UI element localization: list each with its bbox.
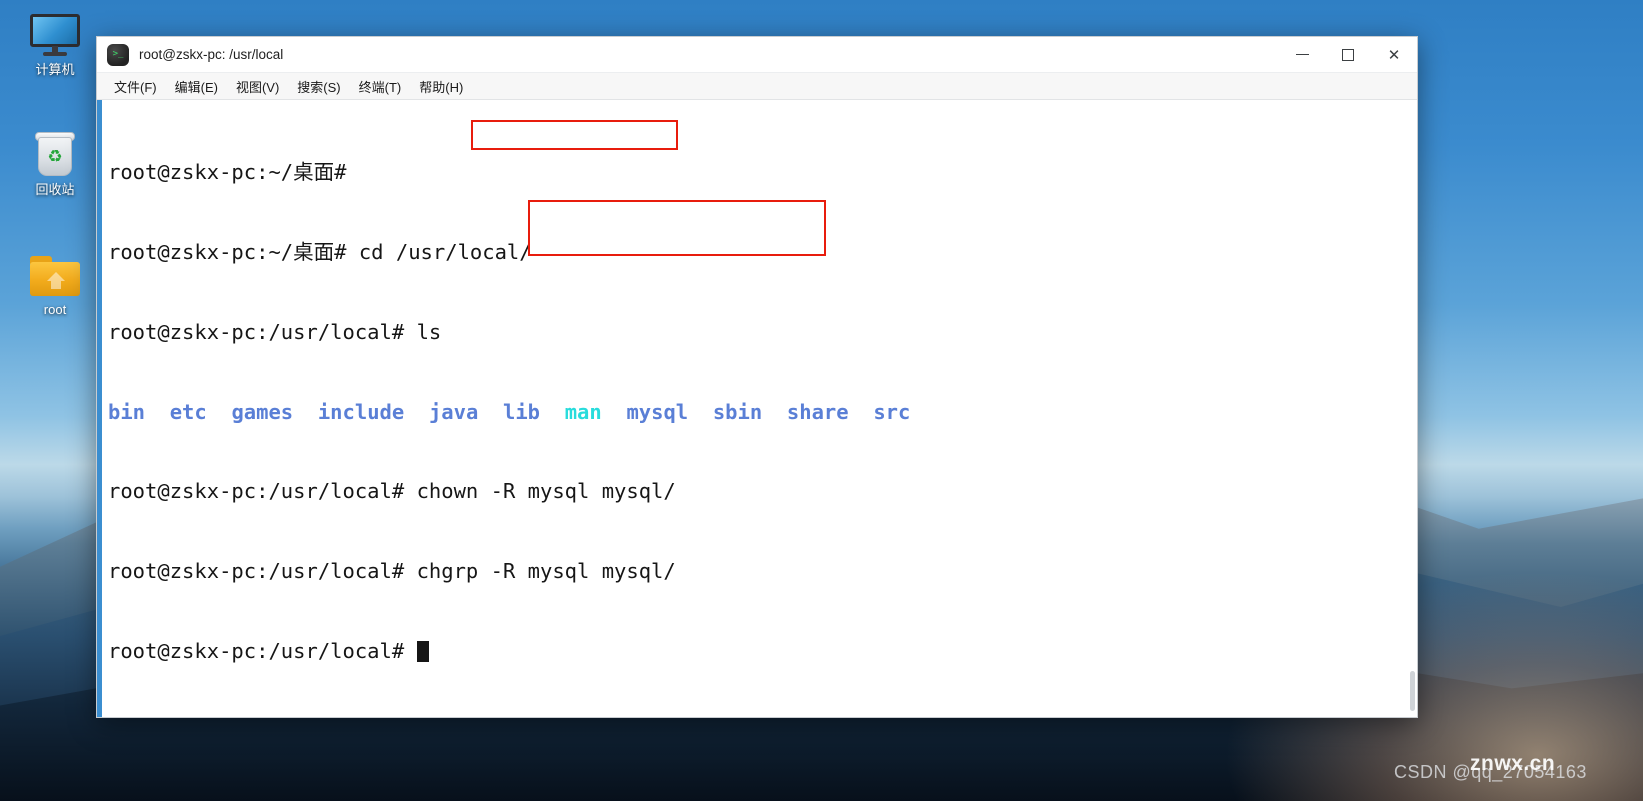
terminal-scrollbar[interactable] [1404,100,1417,717]
window-title: root@zskx-pc: /usr/local [139,47,284,62]
desktop-icon-root-folder[interactable]: root [18,256,92,318]
menu-item-view[interactable]: 视图(V) [227,74,288,99]
ls-entry-sbin: sbin [712,399,763,424]
ls-entry-mysql: mysql [626,399,689,424]
scrollbar-thumb[interactable] [1410,671,1415,711]
shell-prompt: root@zskx-pc:~/桌面# [108,160,359,185]
close-button[interactable]: ✕ [1371,37,1417,72]
shell-prompt: root@zskx-pc:~/桌面# [108,239,359,264]
command-text: ls [416,319,442,344]
ls-entry-bin: bin [108,399,146,424]
ls-entry-src: src [873,399,911,424]
menu-item-terminal[interactable]: 终端(T) [350,74,411,99]
menu-item-help[interactable]: 帮助(H) [410,74,472,99]
text-cursor [416,640,429,662]
terminal-output-area[interactable]: root@zskx-pc:~/桌面# root@zskx-pc:~/桌面# cd… [97,100,1417,717]
window-controls: ✕ [1279,37,1417,72]
maximize-button[interactable] [1325,37,1371,72]
minimize-icon [1295,53,1309,56]
menu-bar: 文件(F) 编辑(E) 视图(V) 搜索(S) 终端(T) 帮助(H) [97,73,1417,100]
terminal-line: root@zskx-pc:/usr/local# [108,638,1417,665]
desktop-icon-label: root [43,302,67,317]
terminal-line: root@zskx-pc:/usr/local# chown -R mysql … [108,478,1417,505]
terminal-icon: >_ [107,43,129,66]
watermark-site: znwx.cn [1470,752,1556,775]
maximize-icon [1342,48,1354,61]
desktop-icon-computer[interactable]: 计算机 [18,14,92,78]
ls-entry-etc: etc [169,399,207,424]
menu-item-search[interactable]: 搜索(S) [288,74,349,99]
menu-item-file[interactable]: 文件(F) [105,74,166,99]
desktop-icon-label: 回收站 [35,182,75,197]
recycle-bin-icon: ♻ [34,130,76,176]
command-text: chown -R mysql mysql/ [416,479,676,504]
ls-entry-games: games [231,399,294,424]
monitor-icon [30,14,80,56]
terminal-line: root@zskx-pc:/usr/local# ls [108,319,1417,346]
minimize-button[interactable] [1279,37,1325,72]
terminal-line: root@zskx-pc:~/桌面# cd /usr/local/ [108,239,1417,266]
ls-entry-man: man [564,399,602,424]
terminal-text: root@zskx-pc:~/桌面# root@zskx-pc:~/桌面# cd… [102,100,1417,717]
shell-prompt: root@zskx-pc:/usr/local# [108,319,417,344]
ls-entry-share: share [786,399,849,424]
terminal-line-ls-output: bin etc games include java lib man mysql… [108,399,1417,426]
command-text: cd /usr/local/ [358,239,532,264]
window-titlebar[interactable]: >_ root@zskx-pc: /usr/local ✕ [97,37,1417,73]
ls-entry-include: include [317,399,405,424]
terminal-line: root@zskx-pc:~/桌面# [108,159,1417,186]
folder-icon [30,256,80,296]
terminal-window: >_ root@zskx-pc: /usr/local ✕ 文件(F) 编辑(E… [96,36,1418,718]
ls-entry-java: java [428,399,479,424]
shell-prompt: root@zskx-pc:/usr/local# [108,638,417,663]
titlebar-left: >_ root@zskx-pc: /usr/local [97,43,284,66]
terminal-line: root@zskx-pc:/usr/local# chgrp -R mysql … [108,558,1417,585]
menu-item-edit[interactable]: 编辑(E) [166,74,227,99]
shell-prompt: root@zskx-pc:/usr/local# [108,559,417,584]
command-text: chgrp -R mysql mysql/ [416,559,676,584]
desktop-icon-label: 计算机 [35,62,75,77]
shell-prompt: root@zskx-pc:/usr/local# [108,479,417,504]
desktop-icon-recycle-bin[interactable]: ♻ 回收站 [18,130,92,198]
ls-entry-lib: lib [503,399,541,424]
